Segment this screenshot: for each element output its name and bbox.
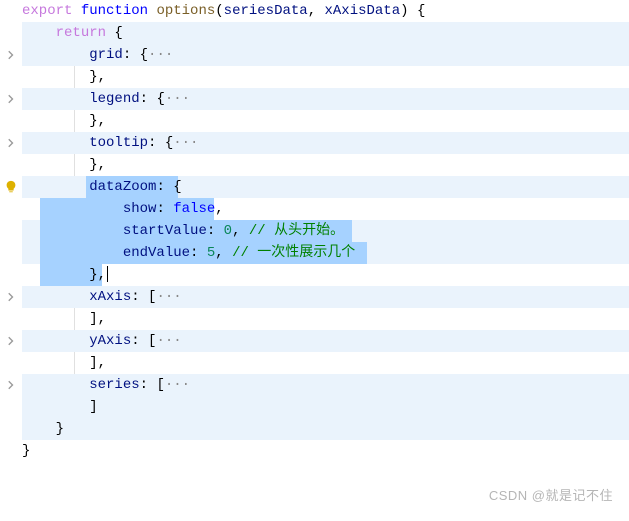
fold-gutter — [0, 0, 22, 462]
code-line: ] — [22, 396, 629, 418]
code-line: return { — [22, 22, 629, 44]
code-line: legend: {··· — [22, 88, 629, 110]
text-cursor — [107, 266, 108, 282]
code-line: xAxis: [··· — [22, 286, 629, 308]
code-line: }, — [22, 110, 629, 132]
code-line: } — [22, 440, 629, 462]
watermark: CSDN @就是记不住 — [489, 485, 613, 507]
fold-chevron[interactable] — [0, 286, 22, 308]
code-line: series: [··· — [22, 374, 629, 396]
code-line: show: false, — [22, 198, 629, 220]
code-line: export function options(seriesData, xAxi… — [22, 0, 629, 22]
code-line: } — [22, 418, 629, 440]
fold-chevron[interactable] — [0, 330, 22, 352]
code-line: tooltip: {··· — [22, 132, 629, 154]
code-line: yAxis: [··· — [22, 330, 629, 352]
fold-chevron[interactable] — [0, 88, 22, 110]
code-line: }, — [22, 154, 629, 176]
code-line: ], — [22, 352, 629, 374]
code-line: }, — [22, 264, 629, 286]
fold-chevron[interactable] — [0, 44, 22, 66]
code-line: grid: {··· — [22, 44, 629, 66]
code-line: dataZoom: { — [22, 176, 629, 198]
code-line: startValue: 0, // 从头开始。 — [22, 220, 629, 242]
code-area[interactable]: export function options(seriesData, xAxi… — [22, 0, 629, 462]
code-line: endValue: 5, // 一次性展示几个 — [22, 242, 629, 264]
code-line: ], — [22, 308, 629, 330]
fold-chevron[interactable] — [0, 132, 22, 154]
code-line: }, — [22, 66, 629, 88]
lightbulb-icon[interactable] — [0, 176, 22, 198]
code-editor: export function options(seriesData, xAxi… — [0, 0, 629, 462]
fold-chevron[interactable] — [0, 374, 22, 396]
